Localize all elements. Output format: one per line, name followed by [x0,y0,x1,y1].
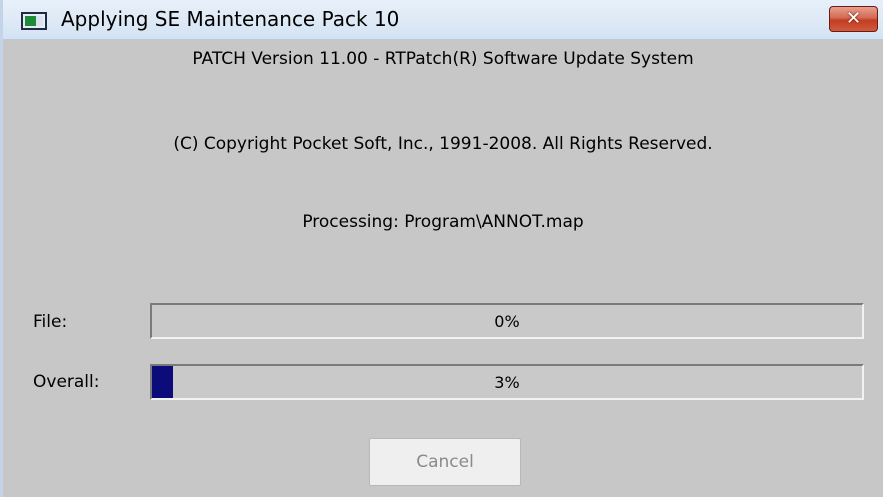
file-progress-label: File: [33,312,68,332]
overall-progress-label: Overall: [33,372,100,392]
file-progress-bar: 0% [150,303,864,339]
application-icon [21,12,47,30]
overall-progress-bar: 3% [150,364,864,400]
copyright-text: (C) Copyright Pocket Soft, Inc., 1991-20… [173,134,713,154]
processing-status: Processing: Program\ANNOT.map [302,212,584,232]
window-title: Applying SE Maintenance Pack 10 [61,7,400,31]
overall-progress-percent: 3% [494,373,520,392]
close-icon: ✕ [845,8,862,29]
cancel-button[interactable]: Cancel [369,438,521,486]
title-bar: Applying SE Maintenance Pack 10 ✕ [3,0,883,40]
file-progress-percent: 0% [494,312,520,331]
cancel-button-label: Cancel [416,452,474,472]
patch-window: Applying SE Maintenance Pack 10 ✕ PATCH … [0,0,883,497]
version-text: PATCH Version 11.00 - RTPatch(R) Softwar… [192,49,694,69]
close-button[interactable]: ✕ [829,6,878,32]
